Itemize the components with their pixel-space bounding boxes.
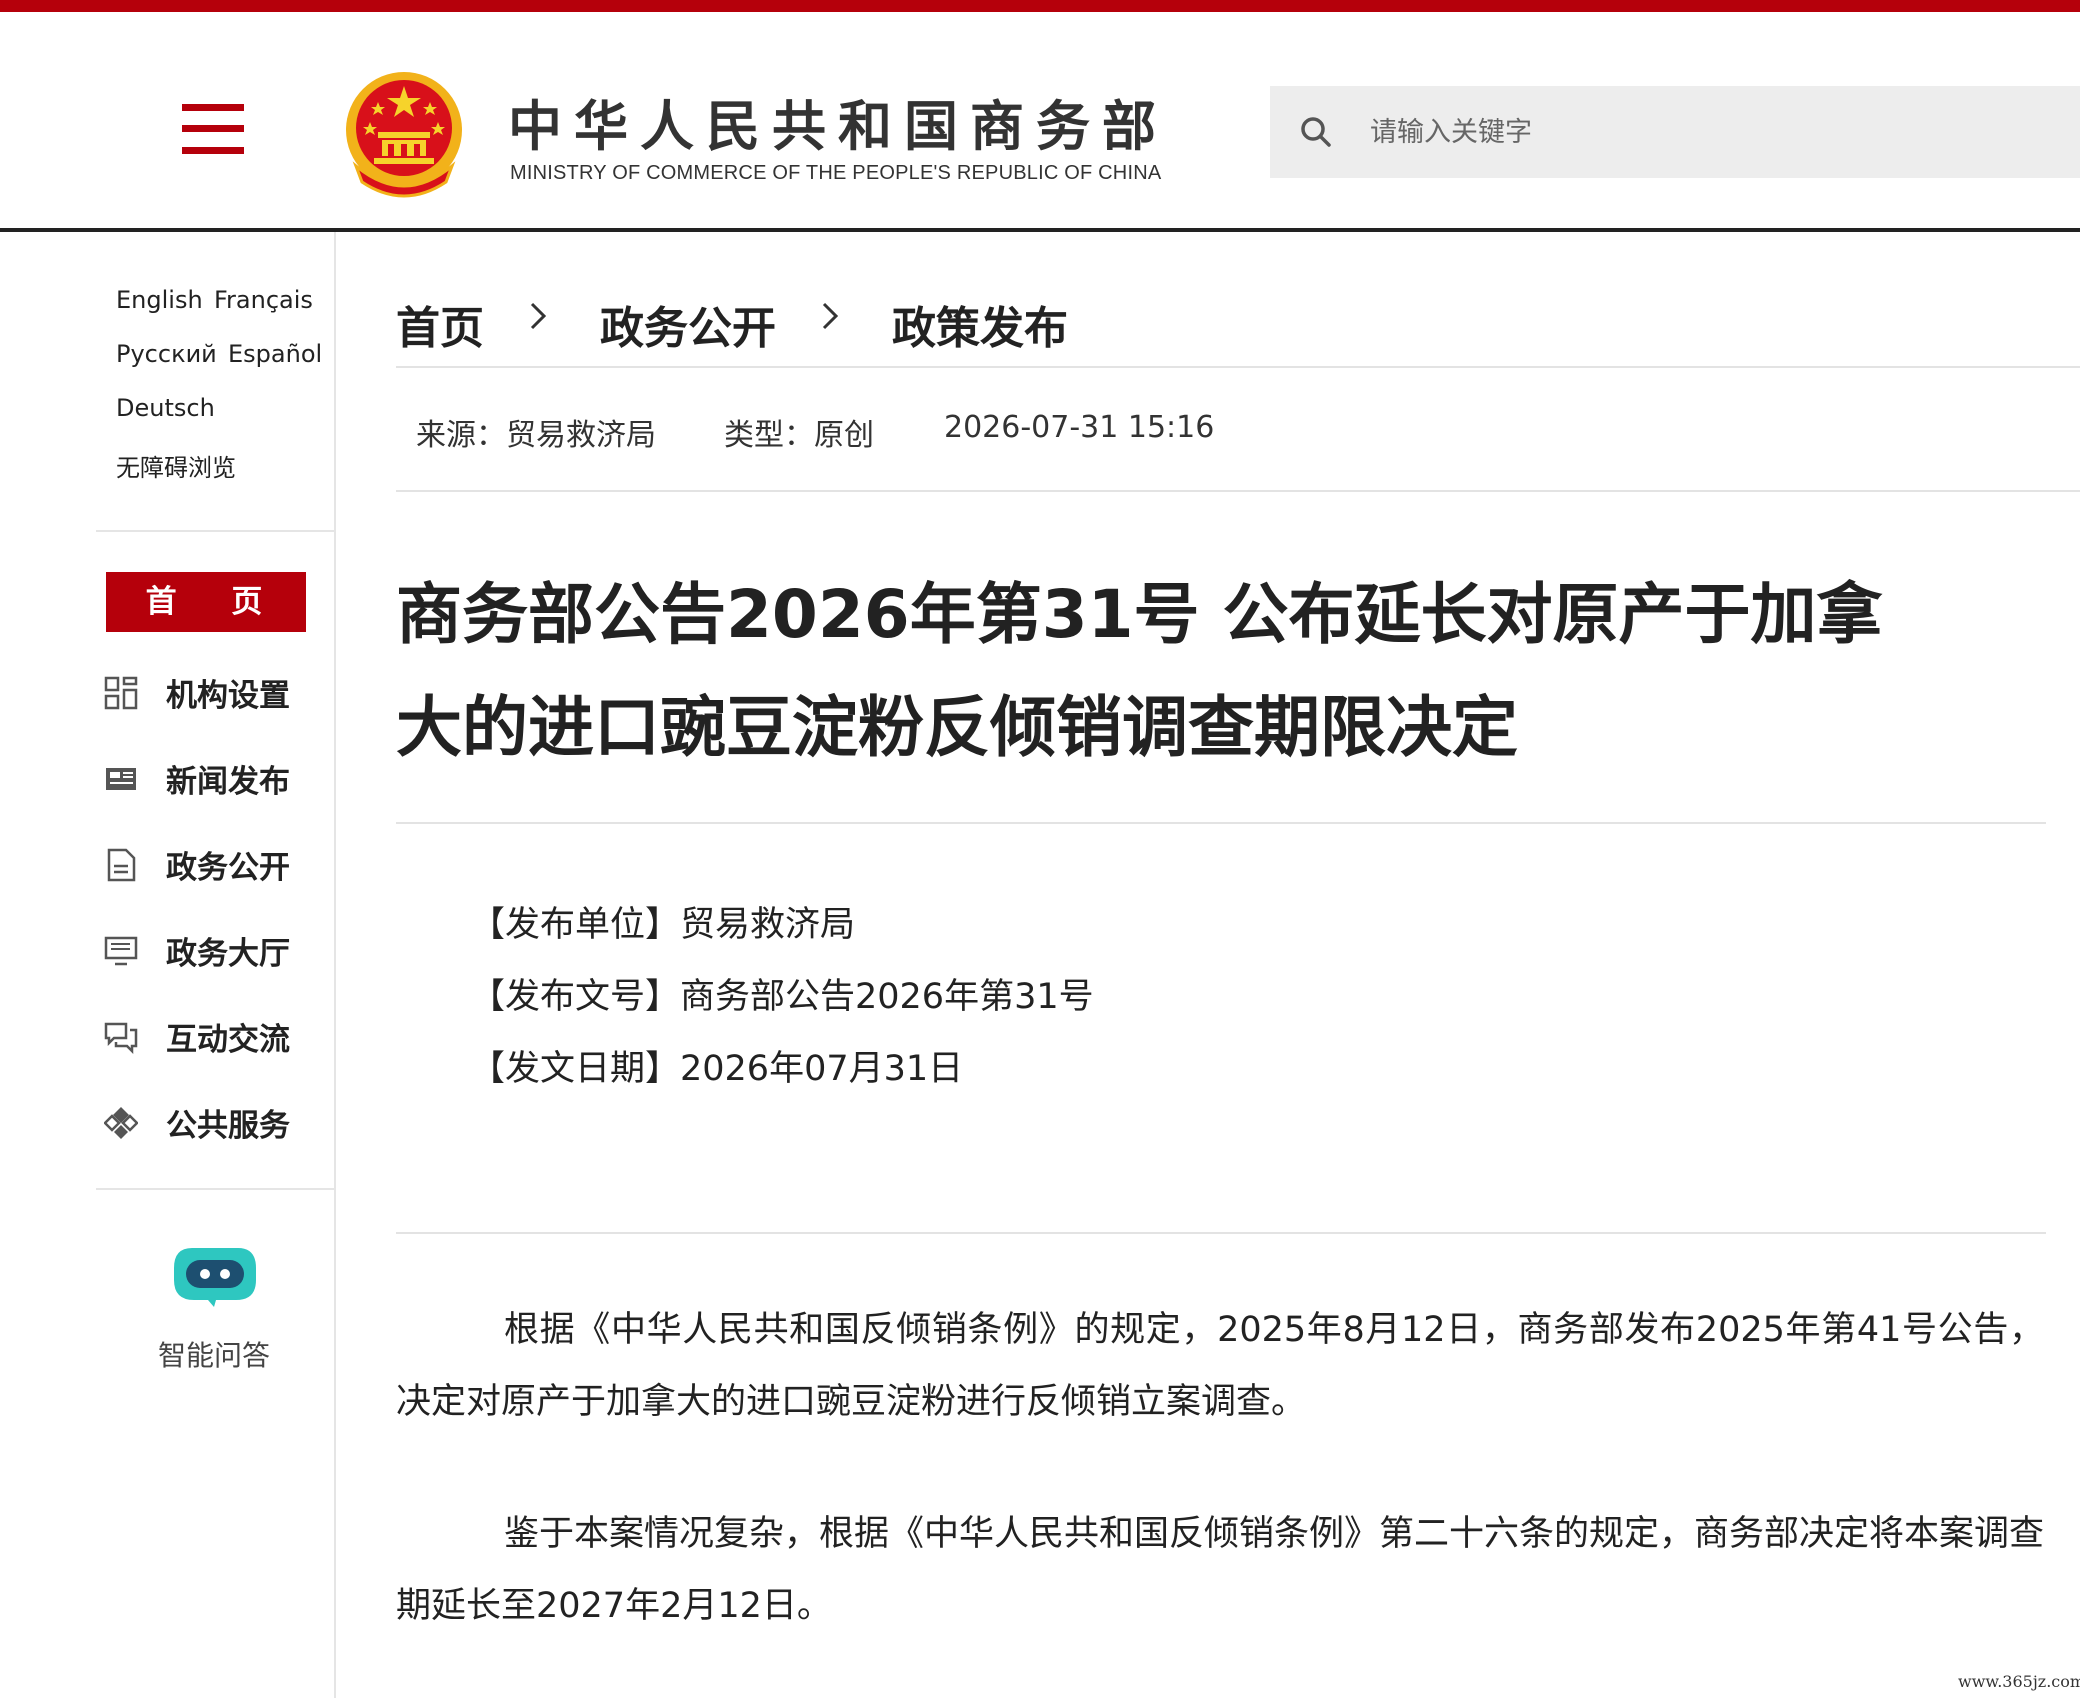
article-title-line: 商务部公告2026年第31号 公布延长对原产于加拿 (396, 576, 1883, 653)
sidebar-home-button[interactable]: 首 页 (106, 572, 306, 632)
info-divider (396, 1232, 2046, 1234)
top-red-stripe (0, 0, 2080, 12)
site-header: 中华人民共和国商务部 MINISTRY OF COMMERCE OF THE P… (0, 12, 2080, 229)
lang-spanish-link[interactable]: Español (228, 340, 322, 368)
org-grid-icon (104, 676, 138, 710)
article-datetime: 2026-07-31 15:16 (944, 410, 1215, 445)
lang-russian-link[interactable]: Русский (116, 340, 217, 368)
lang-french-link[interactable]: Français (214, 286, 313, 314)
breadcrumb-policy-release[interactable]: 政策发布 (892, 292, 1068, 356)
sidebar-separator (96, 1188, 334, 1190)
assistant-label[interactable]: 智能问答 (158, 1334, 270, 1374)
search-input[interactable] (1370, 104, 2050, 160)
search-icon[interactable] (1298, 114, 1334, 150)
document-number: 【发布文号】商务部公告2026年第31号 (470, 977, 1094, 1017)
chat-bubble-icon (104, 1022, 138, 1054)
watermark: www.365jz.com (1958, 1672, 2080, 1691)
search-bar (1270, 86, 2080, 178)
sidebar-item-news[interactable]: 新闻发布 (104, 748, 334, 808)
chevron-right-icon (530, 302, 547, 330)
article-title: 商务部公告2026年第31号 公布延长对原产于加拿 大的进口豌豆淀粉反倾销调查期… (396, 558, 2036, 784)
meta-divider (396, 490, 2080, 492)
accessibility-link[interactable]: 无障碍浏览 (116, 448, 236, 483)
sidebar-divider (334, 232, 336, 1698)
hamburger-menu-icon[interactable] (182, 104, 244, 154)
article-paragraph: 根据《中华人民共和国反倾销条例》的规定，2025年8月12日，商务部发布2025… (396, 1310, 2044, 1422)
sidebar-item-label: 新闻发布 (166, 764, 290, 800)
header-divider (0, 228, 2080, 232)
sidebar-item-label: 互动交流 (166, 1022, 290, 1058)
sidebar-separator (96, 530, 334, 532)
sidebar-item-label: 政务公开 (166, 850, 290, 886)
site-name-en: MINISTRY OF COMMERCE OF THE PEOPLE'S REP… (510, 162, 1162, 184)
breadcrumb-divider (396, 366, 2080, 368)
sidebar-item-gov-affairs[interactable]: 政务公开 (104, 834, 334, 894)
site-name-cn: 中华人民共和国商务部 (508, 95, 1168, 158)
sidebar-item-label: 机构设置 (166, 678, 290, 714)
chevron-right-icon (822, 302, 839, 330)
service-diamond-icon (104, 1107, 138, 1139)
article-paragraph: 鉴于本案情况复杂，根据《中华人民共和国反倾销条例》第二十六条的规定，商务部决定将… (396, 1514, 2045, 1626)
monitor-icon (104, 936, 138, 966)
lang-english-link[interactable]: English (116, 286, 203, 314)
article-source: 来源：贸易救济局 (416, 418, 656, 453)
breadcrumb-home[interactable]: 首页 (396, 292, 484, 356)
sidebar-item-label: 公共服务 (166, 1108, 290, 1144)
sidebar-item-label: 政务大厅 (166, 936, 290, 972)
sidebar-item-organization[interactable]: 机构设置 (104, 662, 334, 722)
robot-icon[interactable] (172, 1246, 258, 1308)
sidebar-item-service-hall[interactable]: 政务大厅 (104, 920, 334, 980)
lang-german-link[interactable]: Deutsch (116, 394, 215, 422)
sidebar-item-interaction[interactable]: 互动交流 (104, 1006, 334, 1066)
article-title-line: 大的进口豌豆淀粉反倾销调查期限决定 (396, 689, 1518, 766)
breadcrumb-gov-affairs[interactable]: 政务公开 (600, 292, 776, 356)
newspaper-icon (106, 768, 136, 790)
title-divider (396, 822, 2046, 824)
sidebar-item-public-service[interactable]: 公共服务 (104, 1092, 334, 1152)
document-icon (107, 848, 136, 882)
issue-date: 【发文日期】2026年07月31日 (470, 1049, 964, 1089)
issuing-unit: 【发布单位】贸易救济局 (470, 905, 856, 945)
article-type: 类型：原创 (724, 418, 874, 453)
national-emblem-logo (346, 72, 462, 198)
